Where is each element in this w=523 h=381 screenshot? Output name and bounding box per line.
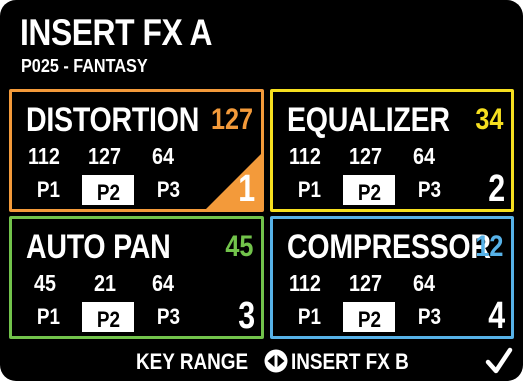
fx-slot-level: 45	[224, 230, 253, 263]
insert-fx-screen: INSERT FX A P025 - FANTASY DISTORTION 12…	[0, 0, 523, 381]
fx-slot-name: AUTO PAN	[26, 228, 171, 266]
param-1-value: 112	[289, 270, 321, 296]
param-1-label[interactable]: P1	[283, 175, 335, 205]
param-3-label[interactable]: P3	[142, 302, 194, 332]
fx-slot-name: DISTORTION	[26, 101, 200, 139]
param-2-label-selected[interactable]: P2	[343, 175, 395, 205]
fx-slot-level: 34	[474, 103, 503, 136]
param-1-value: 45	[34, 270, 57, 296]
fx-slot-2[interactable]: EQUALIZER 34 112 127 64 P1 P2 P3 2	[270, 89, 514, 212]
param-3-label[interactable]: P3	[403, 175, 455, 205]
param-2-value: 127	[349, 270, 383, 296]
param-3-label[interactable]: P3	[142, 175, 194, 205]
page-title: INSERT FX A	[20, 12, 213, 53]
param-1-label[interactable]: P1	[283, 302, 335, 332]
param-3-label[interactable]: P3	[403, 302, 455, 332]
fx-slot-number: 3	[238, 295, 255, 337]
param-3-value: 64	[152, 270, 175, 296]
fx-slot-name: COMPRESSOR	[287, 228, 491, 266]
param-2-label-selected[interactable]: P2	[82, 175, 134, 205]
param-1-value: 112	[289, 143, 321, 169]
fx-slot-3[interactable]: AUTO PAN 45 45 21 64 P1 P2 P3 3	[9, 216, 264, 339]
insert-fx-b-button[interactable]: INSERT FX B	[291, 349, 409, 375]
param-2-value: 127	[88, 143, 122, 169]
param-1-label[interactable]: P1	[22, 175, 74, 205]
fx-slot-number: 4	[488, 295, 505, 337]
fx-slot-1[interactable]: DISTORTION 127 112 127 64 P1 P2 P3 1	[9, 89, 264, 212]
param-2-label-selected[interactable]: P2	[343, 302, 395, 332]
key-range-button[interactable]: KEY RANGE	[136, 349, 248, 375]
left-right-arrows-icon[interactable]	[264, 349, 288, 373]
param-3-value: 64	[413, 270, 436, 296]
fx-slot-number: 1	[238, 168, 255, 210]
fx-slot-level: 127	[210, 103, 253, 136]
patch-name: P025 - FANTASY	[21, 56, 148, 76]
param-3-value: 64	[413, 143, 436, 169]
fx-slot-number: 2	[488, 168, 505, 210]
param-1-value: 112	[28, 143, 60, 169]
fx-slot-level: 12	[474, 230, 503, 263]
footer-bar: KEY RANGE INSERT FX B	[0, 345, 523, 381]
param-2-value: 127	[349, 143, 383, 169]
param-2-value: 21	[94, 270, 117, 296]
param-2-label-selected[interactable]: P2	[82, 302, 134, 332]
param-3-value: 64	[152, 143, 175, 169]
checkmark-icon[interactable]	[485, 347, 513, 375]
fx-slot-name: EQUALIZER	[287, 101, 450, 139]
fx-slot-4[interactable]: COMPRESSOR 12 112 127 64 P1 P2 P3 4	[270, 216, 514, 339]
param-1-label[interactable]: P1	[22, 302, 74, 332]
